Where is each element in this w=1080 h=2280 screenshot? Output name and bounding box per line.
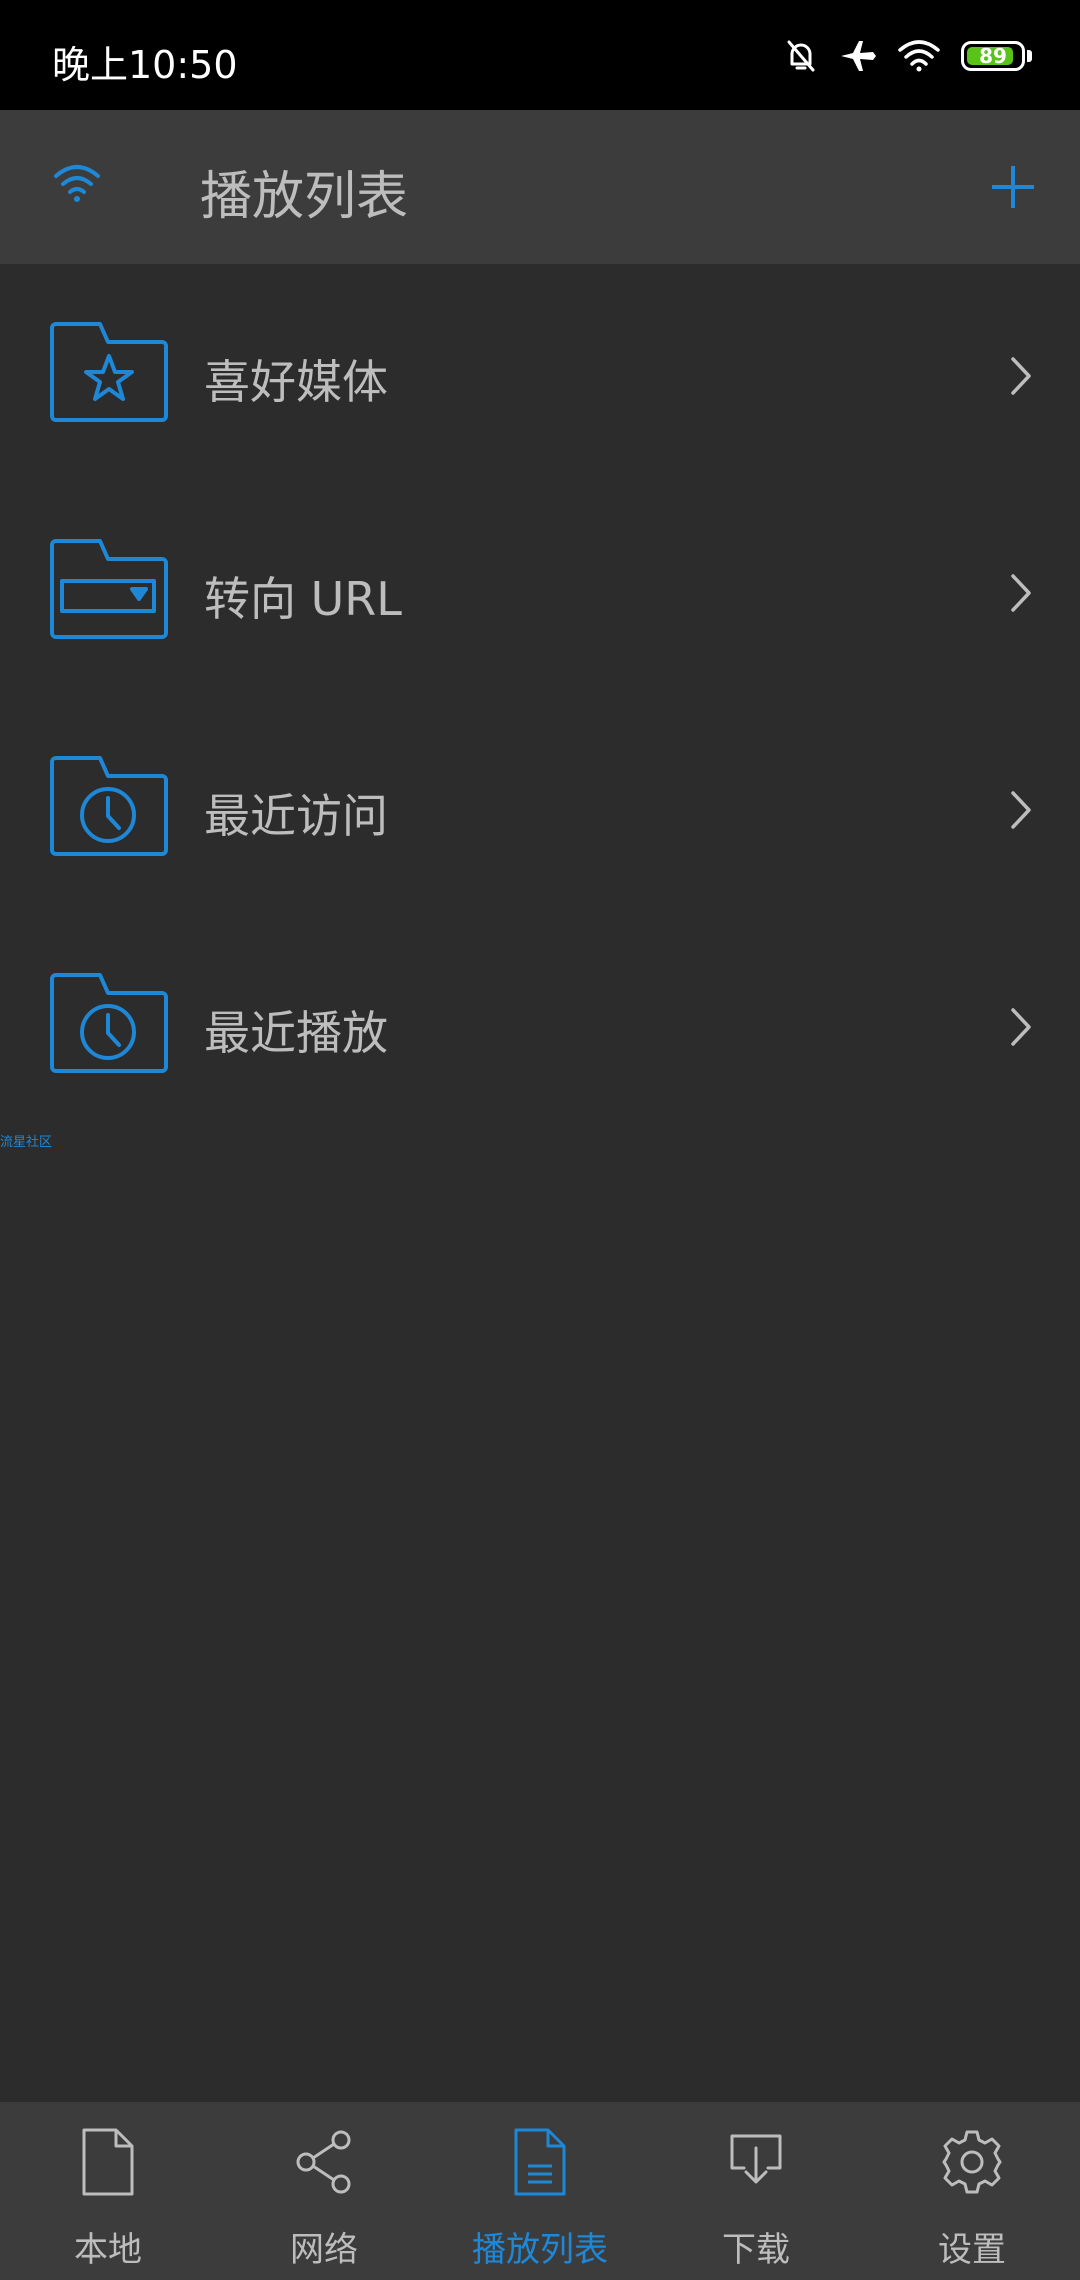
battery-level: 89 — [979, 44, 1007, 68]
playlist-item-recent-visits[interactable]: 最近访问 — [0, 698, 1080, 915]
status-icons: 89 — [763, 36, 1032, 76]
playlist-item-label: 喜好媒体 — [204, 355, 388, 409]
battery-icon: 89 — [961, 41, 1025, 71]
playlist-item-label: 转向 URL — [204, 572, 402, 626]
folder-clock-icon — [48, 754, 170, 862]
chevron-right-icon — [1010, 573, 1032, 617]
share-icon — [294, 2126, 354, 2202]
nav-tab-settings[interactable]: 设置 — [864, 2102, 1080, 2280]
playlist-item-url[interactable]: 转向 URL — [0, 481, 1080, 698]
gear-icon — [940, 2126, 1004, 2202]
bell-muted-icon — [783, 38, 819, 74]
nav-tab-label: 下载 — [722, 2230, 790, 2270]
nav-tab-download[interactable]: 下载 — [648, 2102, 864, 2280]
bottom-nav: 本地 网络 播放列表 下载 设置 — [0, 2102, 1080, 2280]
chevron-right-icon — [1010, 356, 1032, 400]
nav-tab-playlist[interactable]: 播放列表 — [432, 2102, 648, 2280]
playlist-item-label: 最近播放 — [204, 1006, 388, 1060]
playlist-item-recent-plays[interactable]: 最近播放 — [0, 915, 1080, 1132]
folder-clock-icon — [48, 971, 170, 1079]
airplane-icon — [839, 38, 877, 74]
nav-tab-label: 本地 — [74, 2230, 142, 2270]
folder-star-icon — [48, 320, 170, 428]
app-header: 播放列表 — [0, 110, 1080, 264]
chevron-right-icon — [1010, 1007, 1032, 1051]
playlist-icon — [512, 2126, 568, 2202]
community-link[interactable]: 流星社区 — [0, 1131, 52, 1150]
playlist-item-favorites[interactable]: 喜好媒体 — [0, 264, 1080, 481]
nav-tab-network[interactable]: 网络 — [216, 2102, 432, 2280]
nav-tab-label: 设置 — [938, 2230, 1006, 2270]
status-time: 晚上10:50 — [52, 43, 238, 87]
file-icon — [80, 2126, 136, 2202]
nav-tab-local[interactable]: 本地 — [0, 2102, 216, 2280]
nav-tab-label: 播放列表 — [472, 2230, 608, 2270]
playlist-list: 喜好媒体 转向 URL 最近访问 最近播放 — [0, 264, 1080, 1132]
playlist-item-label: 最近访问 — [204, 789, 388, 843]
wifi-status-icon — [897, 38, 941, 74]
chevron-right-icon — [1010, 790, 1032, 834]
playlist-screen: 晚上10:50 89 播放列表 喜好媒体 转向 URL 最近访问 最近播放 流星… — [0, 0, 1080, 2280]
folder-url-icon — [48, 537, 170, 645]
plus-icon[interactable] — [988, 162, 1038, 216]
battery-tip — [1027, 50, 1032, 62]
wifi-icon[interactable] — [52, 162, 102, 210]
battery-indicator: 89 — [961, 41, 1032, 71]
status-bar: 晚上10:50 89 — [0, 0, 1080, 110]
nav-tab-label: 网络 — [290, 2230, 358, 2270]
download-icon — [726, 2126, 786, 2202]
page-title: 播放列表 — [200, 167, 409, 227]
